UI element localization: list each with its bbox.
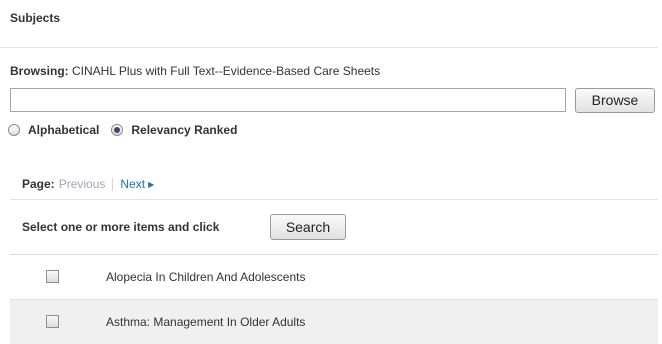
divider bbox=[10, 199, 658, 200]
browsing-info: Browsing: CINAHL Plus with Full Text--Ev… bbox=[10, 64, 380, 78]
search-button[interactable]: Search bbox=[270, 214, 346, 240]
item-checkbox[interactable] bbox=[46, 315, 59, 328]
list-item: Alopecia In Children And Adolescents bbox=[10, 255, 658, 299]
previous-page-link: Previous bbox=[58, 177, 106, 191]
alphabetical-label[interactable]: Alphabetical bbox=[28, 123, 99, 137]
item-label: Asthma: Management In Older Adults bbox=[106, 315, 306, 329]
next-arrow-icon[interactable]: ▶ bbox=[148, 180, 154, 189]
next-page-link[interactable]: Next bbox=[120, 177, 145, 191]
browsing-database: CINAHL Plus with Full Text--Evidence-Bas… bbox=[72, 64, 381, 78]
browse-button[interactable]: Browse bbox=[575, 88, 655, 113]
relevancy-ranked-radio[interactable] bbox=[111, 124, 124, 136]
sort-options: Alphabetical Relevancy Ranked bbox=[8, 123, 249, 137]
pagination: Page: Previous Next ▶ bbox=[22, 177, 154, 191]
list-item: Asthma: Management In Older Adults bbox=[10, 300, 658, 344]
pager-separator bbox=[112, 177, 114, 191]
alphabetical-radio[interactable] bbox=[8, 124, 20, 136]
browse-term-input[interactable] bbox=[10, 88, 566, 112]
browsing-label: Browsing: bbox=[10, 64, 69, 78]
page-heading: Subjects bbox=[10, 11, 61, 25]
page-label: Page: bbox=[22, 177, 55, 191]
divider bbox=[0, 47, 658, 48]
select-prompt: Select one or more items and click bbox=[22, 220, 220, 234]
item-checkbox[interactable] bbox=[46, 270, 59, 283]
relevancy-ranked-label[interactable]: Relevancy Ranked bbox=[131, 123, 237, 137]
item-label: Alopecia In Children And Adolescents bbox=[106, 270, 306, 284]
